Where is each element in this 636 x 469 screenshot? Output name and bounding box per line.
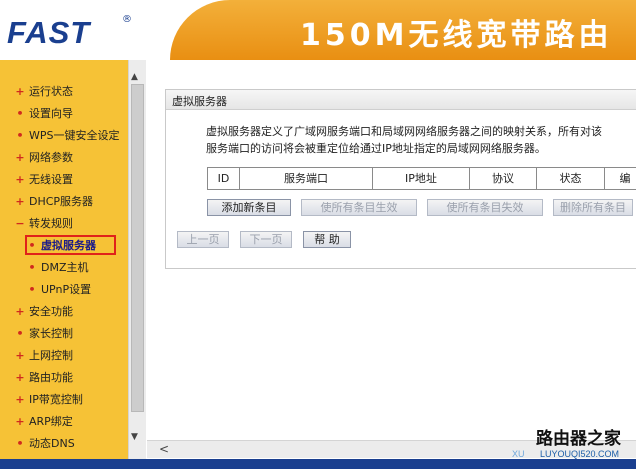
bullet-icon: • [16, 436, 24, 450]
sidebar-item[interactable]: + DHCP服务器 [0, 190, 128, 212]
col-status: 状态 [537, 168, 605, 189]
sidebar-item-label: 网络参数 [29, 151, 73, 164]
sidebar-item[interactable]: + ARP绑定 [0, 410, 128, 432]
router-admin-window: FAST ® 150M无线宽带路由 + 运行状态 • 设置向导 • WPS一键安全设定 + 网… [0, 0, 636, 469]
sidebar-scrollbar[interactable]: ▲ ▼ [128, 60, 146, 460]
expand-icon: + [15, 84, 25, 98]
expand-icon: + [15, 172, 25, 186]
scroll-up-icon[interactable]: ▲ [131, 72, 138, 82]
active-highlight-box [25, 235, 116, 255]
sidebar-item[interactable]: − 转发规则 [0, 212, 128, 234]
sidebar-item[interactable]: • 虚拟服务器 [0, 234, 128, 256]
pager: 上一页 下一页 帮 助 [177, 231, 362, 248]
virtual-server-table-header: ID 服务端口 IP地址 协议 状态 编 [207, 167, 636, 190]
sidebar-item-label: 运行状态 [29, 85, 73, 98]
bullet-icon: • [16, 326, 24, 340]
bottom-strip [0, 459, 636, 469]
col-ip-address: IP地址 [373, 168, 470, 189]
expand-icon: + [15, 414, 25, 428]
sidebar-item-label: 转发规则 [29, 217, 73, 230]
bullet-icon: • [16, 128, 24, 142]
description-line-2: 服务端口的访问将会被重定位给通过IP地址指定的局域网网络服务器。 [206, 142, 546, 155]
enable-all-button[interactable]: 使所有条目生效 [301, 199, 417, 216]
col-id: ID [207, 168, 240, 189]
header: FAST ® 150M无线宽带路由 [0, 0, 636, 60]
expand-icon: + [15, 348, 25, 362]
watermark-url: LUYOUQI520.COM [540, 449, 620, 459]
disable-all-button[interactable]: 使所有条目失效 [427, 199, 543, 216]
sidebar-item[interactable]: + 网络参数 [0, 146, 128, 168]
sidebar-item[interactable]: + 安全功能 [0, 300, 128, 322]
sidebar-item[interactable]: • 家长控制 [0, 322, 128, 344]
expand-icon: + [15, 194, 25, 208]
help-button[interactable]: 帮 助 [303, 231, 351, 248]
next-page-button[interactable]: 下一页 [240, 231, 292, 248]
sidebar-item[interactable]: • WPS一键安全设定 [0, 124, 128, 146]
main-content: 虚拟服务器 虚拟服务器定义了广域网服务端口和局域网网络服务器之间的映射关系，所有… [147, 60, 636, 440]
sidebar-item[interactable]: + IP带宽控制 [0, 388, 128, 410]
expand-icon: + [15, 370, 25, 384]
expand-icon: + [15, 392, 25, 406]
panel-title: 虚拟服务器 [166, 90, 636, 110]
sidebar-item[interactable]: • 设置向导 [0, 102, 128, 124]
sidebar-item-label: 设置向导 [29, 107, 73, 120]
registered-mark: ® [122, 14, 132, 25]
sidebar-item[interactable]: • 动态DNS [0, 432, 128, 454]
sidebar-item[interactable]: + 无线设置 [0, 168, 128, 190]
col-edit: 编 [619, 172, 631, 185]
prev-page-button[interactable]: 上一页 [177, 231, 229, 248]
expand-icon: + [15, 304, 25, 318]
col-protocol: 协议 [470, 168, 537, 189]
sidebar-item-label: DHCP服务器 [29, 195, 94, 208]
sidebar-item-label: IP带宽控制 [29, 393, 83, 406]
bullet-icon: • [16, 106, 24, 120]
scroll-down-icon[interactable]: ▼ [131, 432, 138, 442]
sidebar-nav: + 运行状态 • 设置向导 • WPS一键安全设定 + 网络参数 + 无线设置 + DHCP服务器 − 转… [0, 80, 128, 454]
sidebar-item[interactable]: + 运行状态 [0, 80, 128, 102]
sidebar-item-label: 上网控制 [29, 349, 73, 362]
sidebar-item-label: WPS一键安全设定 [29, 129, 120, 142]
delete-all-button[interactable]: 删除所有条目 [553, 199, 633, 216]
sidebar: + 运行状态 • 设置向导 • WPS一键安全设定 + 网络参数 + 无线设置 + DHCP服务器 − 转… [0, 60, 128, 460]
add-entry-button[interactable]: 添加新条目 [207, 199, 291, 216]
scroll-thumb[interactable] [131, 84, 144, 412]
bullet-icon: • [28, 260, 36, 274]
scroll-left-icon[interactable]: < [159, 442, 169, 456]
brand-logo: FAST [7, 15, 91, 50]
watermark-title: 路由器之家 [536, 429, 621, 449]
watermark-prefix: XU [512, 449, 525, 459]
description-line-1: 虚拟服务器定义了广域网服务端口和局域网网络服务器之间的映射关系，所有对该 [206, 125, 602, 138]
table-actions: 添加新条目 使所有条目生效 使所有条目失效 删除所有条目 [207, 199, 633, 216]
sidebar-item-label: 安全功能 [29, 305, 73, 318]
sidebar-item-label: DMZ主机 [41, 261, 89, 274]
sidebar-item[interactable]: • DMZ主机 [0, 256, 128, 278]
sidebar-item-label: 路由功能 [29, 371, 73, 384]
sidebar-item[interactable]: + 路由功能 [0, 366, 128, 388]
sidebar-item[interactable]: • UPnP设置 [0, 278, 128, 300]
expand-icon: + [15, 150, 25, 164]
sidebar-item-label: ARP绑定 [29, 415, 73, 428]
sidebar-item[interactable]: + 上网控制 [0, 344, 128, 366]
sidebar-item-label: UPnP设置 [41, 283, 92, 296]
product-title: 150M无线宽带路由 [300, 18, 613, 53]
sidebar-item-label: 动态DNS [29, 437, 75, 450]
col-service-port: 服务端口 [240, 168, 373, 189]
bullet-icon: • [28, 282, 36, 296]
sidebar-item-label: 无线设置 [29, 173, 73, 186]
panel-description: 虚拟服务器定义了广域网服务端口和局域网网络服务器之间的映射关系，所有对该 服务端… [206, 123, 636, 157]
collapse-icon: − [15, 216, 25, 230]
sidebar-item-label: 家长控制 [29, 327, 73, 340]
